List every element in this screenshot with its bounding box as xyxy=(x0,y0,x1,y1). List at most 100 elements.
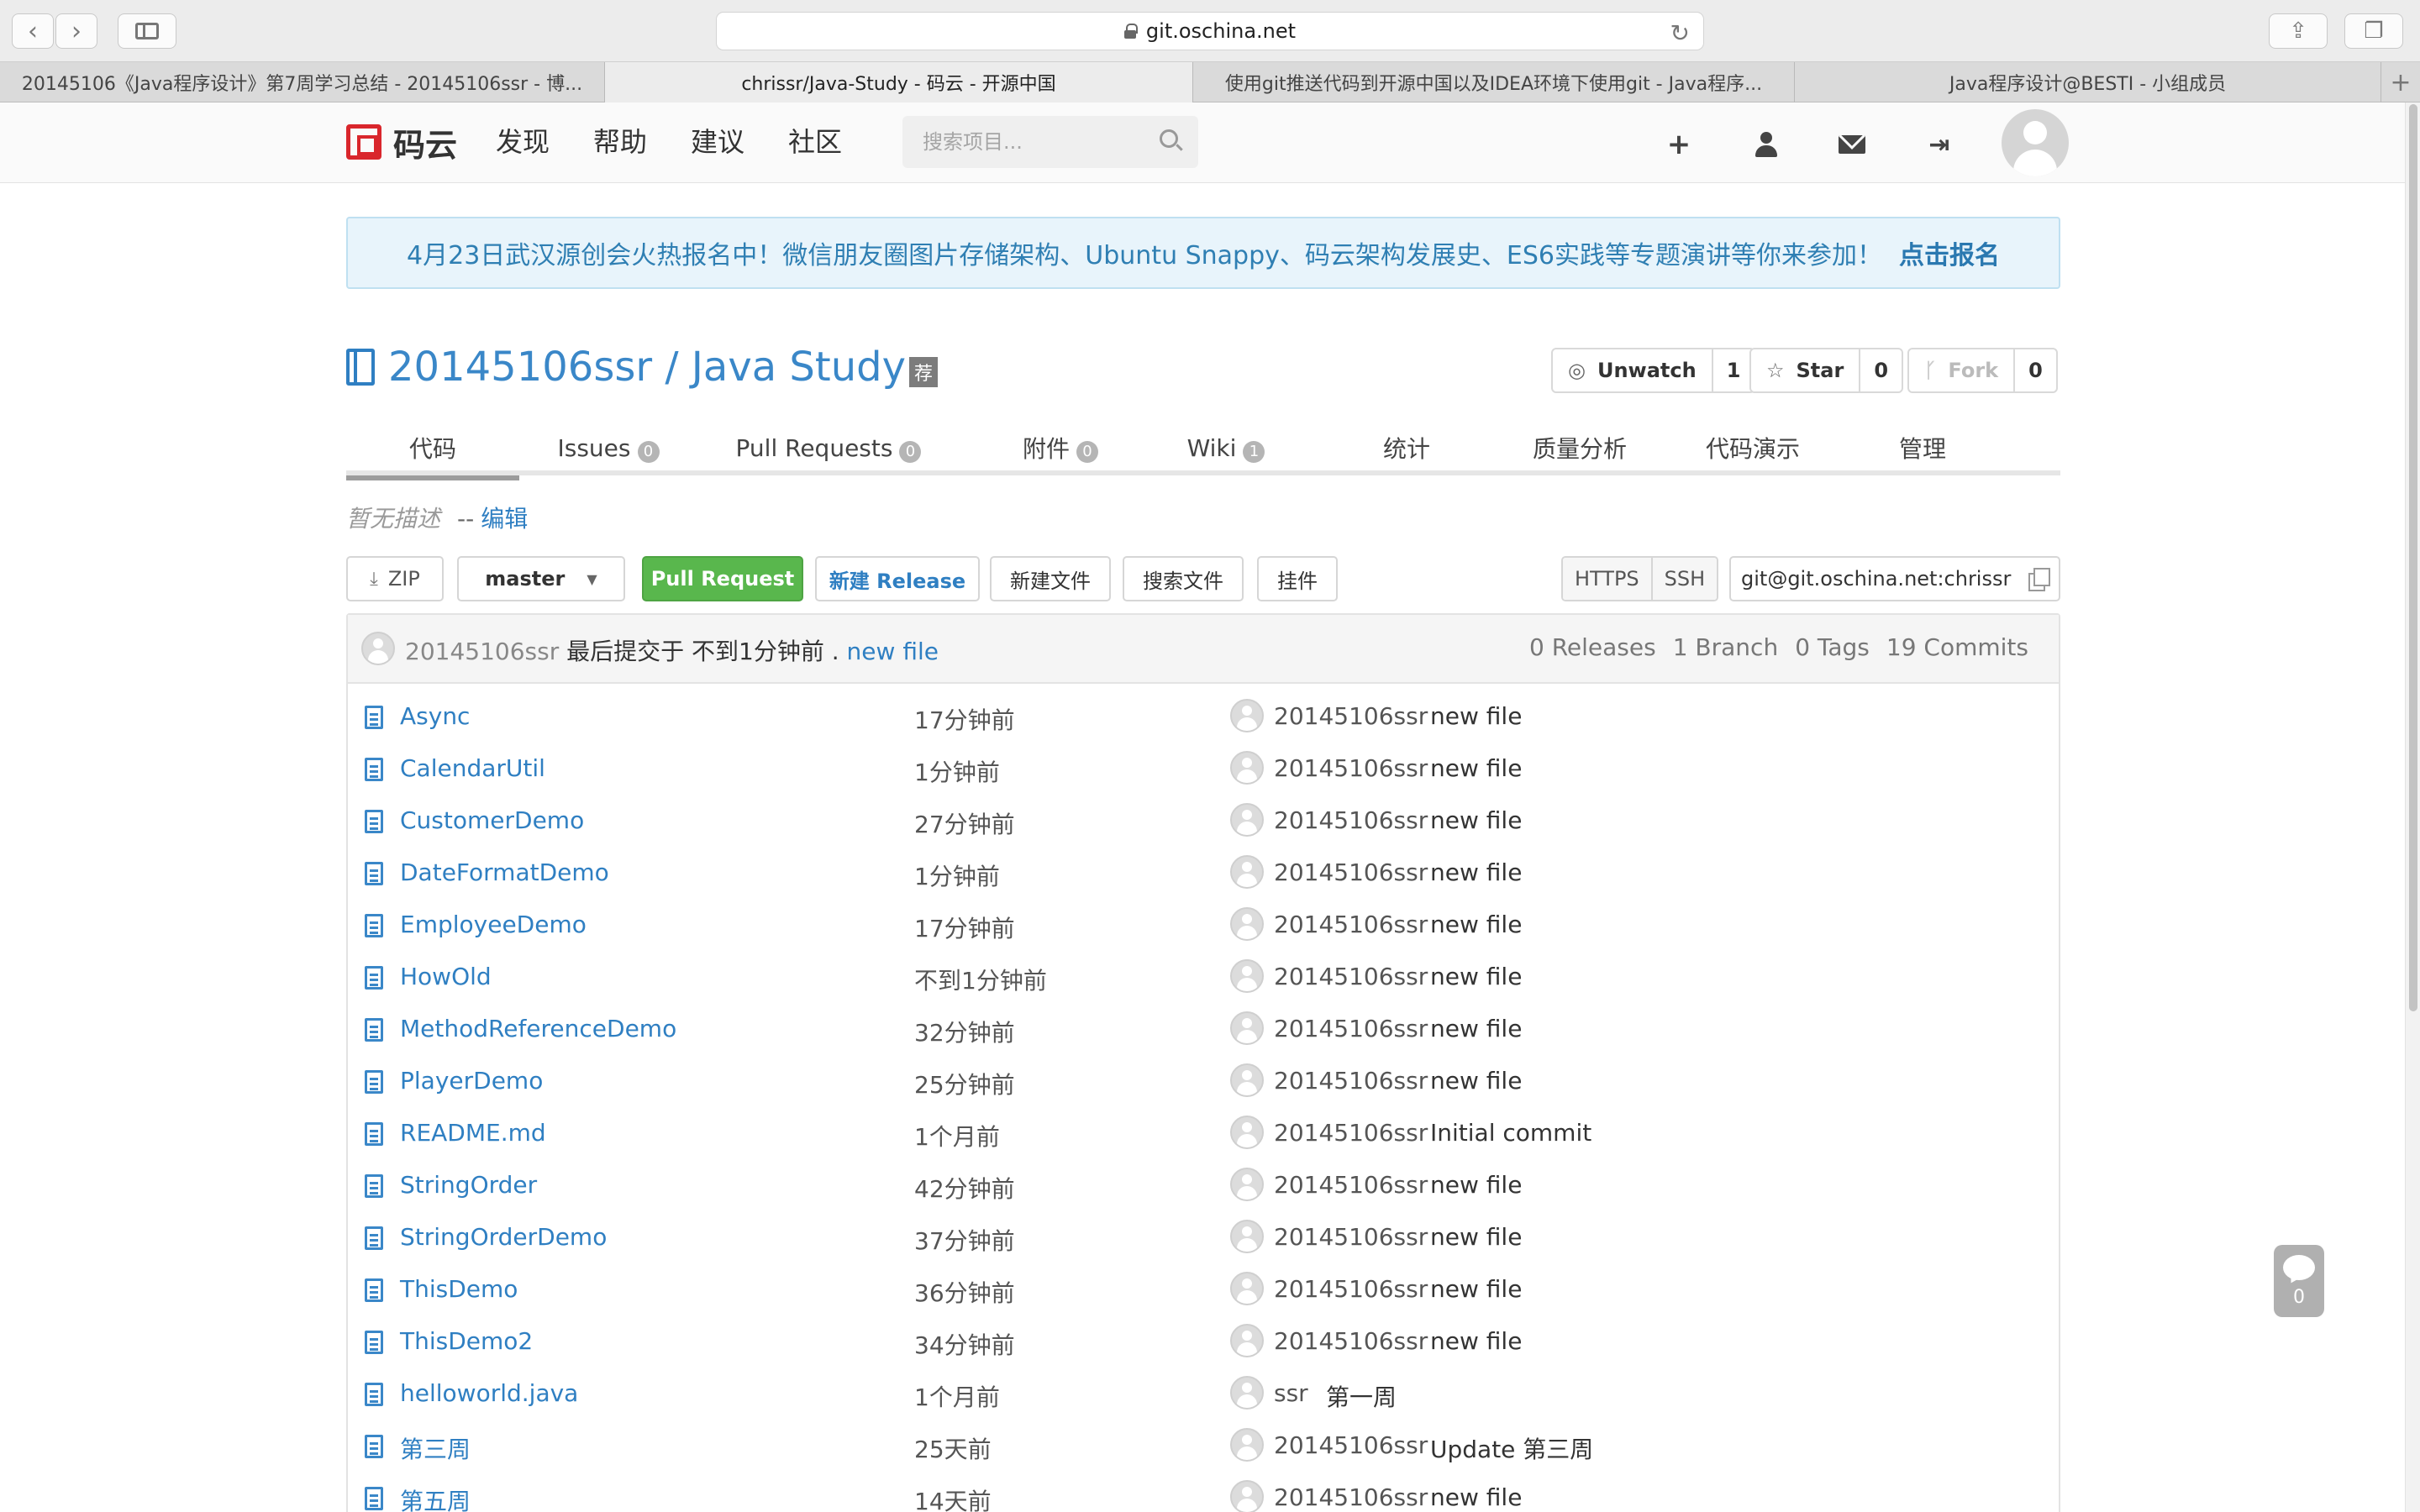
search-icon[interactable] xyxy=(1160,129,1178,148)
search-input[interactable] xyxy=(923,130,1158,154)
file-name-link[interactable]: ThisDemo xyxy=(400,1275,518,1303)
tab-pull-requests[interactable]: Pull Requests 0 xyxy=(702,420,955,475)
ssh-button[interactable]: SSH xyxy=(1650,558,1718,600)
file-commit-message[interactable]: new file xyxy=(1430,1483,1522,1511)
commits-link[interactable]: 19 Commits xyxy=(1886,633,2028,661)
commit-user[interactable]: 20145106ssr xyxy=(405,638,559,665)
file-commit-user[interactable]: 20145106ssr xyxy=(1274,1067,1428,1095)
share-button[interactable]: ⇪ xyxy=(2269,13,2328,49)
file-name-link[interactable]: StringOrderDemo xyxy=(400,1223,607,1251)
file-commit-message[interactable]: new file xyxy=(1430,754,1522,782)
forward-button[interactable]: › xyxy=(55,13,97,49)
file-name-link[interactable]: DateFormatDemo xyxy=(400,858,609,886)
tab-stats[interactable]: 统计 xyxy=(1365,420,1449,475)
address-bar[interactable]: git.oschina.net ↻ xyxy=(716,12,1704,50)
file-commit-message[interactable]: Initial commit xyxy=(1430,1119,1591,1147)
mail-icon[interactable] xyxy=(1835,128,1869,161)
tab-attachments[interactable]: 附件 0 xyxy=(1002,420,1119,475)
browser-tab[interactable]: 使用git推送代码到开源中国以及IDEA环境下使用git - Java程序... xyxy=(1193,62,1795,102)
download-zip-button[interactable]: ⤓ ZIP xyxy=(346,556,444,601)
page-scrollbar[interactable] xyxy=(2405,102,2420,1512)
chat-widget[interactable]: 0 xyxy=(2274,1245,2324,1317)
file-commit-message[interactable]: new file xyxy=(1430,1067,1522,1095)
file-commit-user[interactable]: 20145106ssr xyxy=(1274,911,1428,938)
file-commit-user[interactable]: 20145106ssr xyxy=(1274,1171,1428,1199)
site-logo[interactable]: 码云 xyxy=(346,121,457,164)
clone-url-field[interactable]: git@git.oschina.net:chrissr xyxy=(1729,556,2060,601)
scrollbar-thumb[interactable] xyxy=(2409,104,2417,1011)
file-commit-message[interactable]: new file xyxy=(1430,1275,1522,1303)
releases-link[interactable]: 0 Releases xyxy=(1529,633,1656,661)
file-commit-message[interactable]: new file xyxy=(1430,1171,1522,1199)
fork-button[interactable]: ᚴ Fork xyxy=(1909,349,2013,391)
file-commit-user[interactable]: 20145106ssr xyxy=(1274,1327,1428,1355)
file-name-link[interactable]: Async xyxy=(400,702,470,730)
tags-link[interactable]: 0 Tags xyxy=(1795,633,1870,661)
watch-count[interactable]: 1 xyxy=(1711,349,1754,391)
file-name-link[interactable]: EmployeeDemo xyxy=(400,911,587,938)
commit-message-link[interactable]: new file xyxy=(847,638,939,665)
browser-tab[interactable]: 20145106《Java程序设计》第7周学习总结 - 20145106ssr … xyxy=(0,62,605,102)
file-commit-message[interactable]: new file xyxy=(1430,1015,1522,1042)
file-name-link[interactable]: CustomerDemo xyxy=(400,806,584,834)
file-commit-user[interactable]: 20145106ssr xyxy=(1274,1431,1428,1459)
file-commit-message[interactable]: Update 第三周 xyxy=(1430,1431,1593,1465)
file-commit-message[interactable]: new file xyxy=(1430,963,1522,990)
file-commit-user[interactable]: 20145106ssr xyxy=(1274,1275,1428,1303)
sidebar-toggle-button[interactable] xyxy=(118,13,176,49)
file-commit-message[interactable]: new file xyxy=(1430,1223,1522,1251)
back-button[interactable]: ‹ xyxy=(12,13,54,49)
tab-demo[interactable]: 代码演示 xyxy=(1694,420,1812,475)
tab-code[interactable]: 代码 xyxy=(346,420,519,480)
plus-icon[interactable]: + xyxy=(1662,128,1696,161)
plugins-button[interactable]: 挂件 xyxy=(1257,556,1338,601)
file-name-link[interactable]: 第三周 xyxy=(400,1431,471,1465)
file-name-link[interactable]: ThisDemo2 xyxy=(400,1327,533,1355)
file-name-link[interactable]: CalendarUtil xyxy=(400,754,545,782)
file-name-link[interactable]: helloworld.java xyxy=(400,1379,578,1407)
file-commit-user[interactable]: 20145106ssr xyxy=(1274,1119,1428,1147)
user-icon[interactable] xyxy=(1749,128,1783,161)
branch-select[interactable]: master ▼ xyxy=(457,556,625,601)
nav-help[interactable]: 帮助 xyxy=(593,121,647,163)
new-file-button[interactable]: 新建文件 xyxy=(990,556,1111,601)
file-commit-user[interactable]: 20145106ssr xyxy=(1274,858,1428,886)
file-commit-message[interactable]: new file xyxy=(1430,911,1522,938)
tab-issues[interactable]: Issues 0 xyxy=(536,420,681,475)
star-count[interactable]: 0 xyxy=(1859,349,1902,391)
file-commit-user[interactable]: 20145106ssr xyxy=(1274,806,1428,834)
browser-tab-active[interactable]: chrissr/Java-Study - 码云 - 开源中国 xyxy=(605,62,1193,102)
signup-link[interactable]: 点击报名 xyxy=(1899,234,2000,271)
file-name-link[interactable]: HowOld xyxy=(400,963,492,990)
edit-description-link[interactable]: 编辑 xyxy=(481,505,528,533)
file-commit-user[interactable]: 20145106ssr xyxy=(1274,754,1428,782)
tab-manage[interactable]: 管理 xyxy=(1881,420,1965,475)
new-release-button[interactable]: 新建 Release xyxy=(815,556,980,601)
star-button[interactable]: ☆ Star xyxy=(1751,349,1859,391)
file-commit-user[interactable]: 20145106ssr xyxy=(1274,1483,1428,1511)
file-commit-message[interactable]: new file xyxy=(1430,858,1522,886)
search-file-button[interactable]: 搜索文件 xyxy=(1123,556,1244,601)
repo-name-link[interactable]: 20145106ssr / Java Study xyxy=(388,344,906,391)
file-commit-message[interactable]: new file xyxy=(1430,1327,1522,1355)
copy-icon[interactable] xyxy=(2027,568,2050,591)
reload-icon[interactable]: ↻ xyxy=(1670,19,1690,47)
file-commit-user[interactable]: 20145106ssr xyxy=(1274,963,1428,990)
file-commit-user[interactable]: ssr xyxy=(1274,1379,1308,1407)
file-commit-user[interactable]: 20145106ssr xyxy=(1274,1015,1428,1042)
fork-count[interactable]: 0 xyxy=(2013,349,2056,391)
file-name-link[interactable]: StringOrder xyxy=(400,1171,537,1199)
new-tab-button[interactable]: + xyxy=(2381,62,2420,102)
file-name-link[interactable]: 第五周 xyxy=(400,1483,471,1512)
unwatch-button[interactable]: ◎ Unwatch xyxy=(1553,349,1712,391)
nav-discover[interactable]: 发现 xyxy=(496,121,550,163)
file-commit-user[interactable]: 20145106ssr xyxy=(1274,702,1428,730)
file-name-link[interactable]: README.md xyxy=(400,1119,546,1147)
https-button[interactable]: HTTPS xyxy=(1563,558,1651,600)
avatar[interactable] xyxy=(2002,109,2069,176)
file-commit-message[interactable]: 第一周 xyxy=(1326,1379,1397,1413)
browser-tab[interactable]: Java程序设计@BESTI - 小组成员 xyxy=(1795,62,2381,102)
file-commit-message[interactable]: new file xyxy=(1430,806,1522,834)
nav-suggest[interactable]: 建议 xyxy=(691,121,744,163)
logout-icon[interactable]: ⇥ xyxy=(1923,128,1956,161)
